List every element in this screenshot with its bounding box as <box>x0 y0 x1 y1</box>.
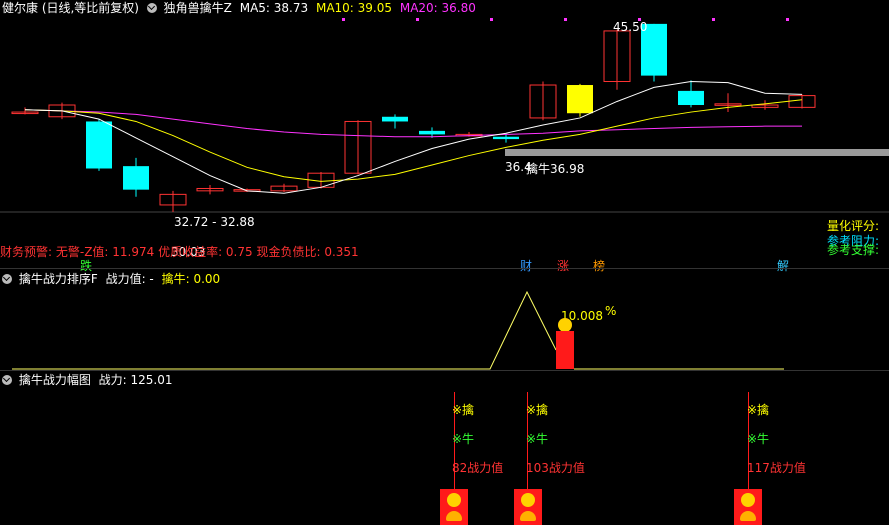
smile-icon <box>521 493 535 507</box>
signal-qin: ※擒 <box>452 403 475 417</box>
panel3-dropdown-icon[interactable] <box>2 375 12 385</box>
signal-badge <box>440 489 468 525</box>
panel-divider-1 <box>0 268 889 269</box>
support-band <box>505 149 889 156</box>
candle-body <box>419 130 445 135</box>
fan-icon <box>740 511 756 521</box>
candle-body <box>678 90 704 106</box>
panel2-dropdown-icon[interactable] <box>2 274 12 284</box>
marker-dot <box>342 18 345 21</box>
panel2-red-bar <box>556 331 574 369</box>
candle-body <box>86 121 112 169</box>
tag-rise: 涨 <box>557 259 570 273</box>
panel3-power: 战力: 125.01 <box>98 373 173 387</box>
signal-qin: ※擒 <box>526 403 549 417</box>
smile-icon <box>558 318 572 332</box>
signal-badge <box>734 489 762 525</box>
signal-power: 117战力值 <box>747 461 806 475</box>
panel2-title[interactable]: 擒牛战力排序F <box>19 272 98 286</box>
candle-body <box>123 166 149 190</box>
marker-dot <box>490 18 493 21</box>
panel2-qinniu: 擒牛: 0.00 <box>161 272 221 286</box>
signal-niu: ※牛 <box>526 432 549 446</box>
panel3-header: 擒牛战力幅图 战力: 125.01 <box>2 373 173 387</box>
signal-power: 82战力值 <box>452 461 504 475</box>
ref-label-2: 擒牛36.98 <box>526 162 585 176</box>
finance-warning-line: 财务预警: 无警-Z值: 11.974 优质收益率: 0.75 现金负债比: 0… <box>0 245 359 259</box>
panel2-value: 战力值: - <box>105 272 154 286</box>
signal-niu: ※牛 <box>452 432 475 446</box>
panel3-title[interactable]: 擒牛战力幅图 <box>19 373 91 387</box>
tag-unlock: 解 <box>777 259 790 273</box>
support-label: 参考支撑: <box>827 243 880 257</box>
low-range-label: 32.72 - 32.88 <box>174 215 255 229</box>
candle-body <box>493 136 519 140</box>
tag-finance: 财 <box>520 259 533 273</box>
panel2-percent: % <box>605 304 617 318</box>
panel-divider-2 <box>0 370 889 371</box>
signal-qin: ※擒 <box>747 403 770 417</box>
candle-body <box>382 116 408 122</box>
panel2-power-line <box>12 290 557 370</box>
panel2-header: 擒牛战力排序F 战力值: - 擒牛: 0.00 <box>2 272 220 286</box>
marker-dot <box>564 18 567 21</box>
score-label: 量化评分: <box>827 219 880 233</box>
signal-power: 103战力值 <box>526 461 585 475</box>
fan-icon <box>446 511 462 521</box>
tag-ranking: 榜 <box>593 259 606 273</box>
high-price-label: 45.50 <box>613 20 648 34</box>
marker-dot <box>416 18 419 21</box>
marker-dot <box>786 18 789 21</box>
smile-icon <box>741 493 755 507</box>
smile-icon <box>447 493 461 507</box>
fan-icon <box>520 511 536 521</box>
candle-body <box>567 85 593 114</box>
signal-badge <box>514 489 542 525</box>
marker-dot <box>712 18 715 21</box>
signal-niu: ※牛 <box>747 432 770 446</box>
